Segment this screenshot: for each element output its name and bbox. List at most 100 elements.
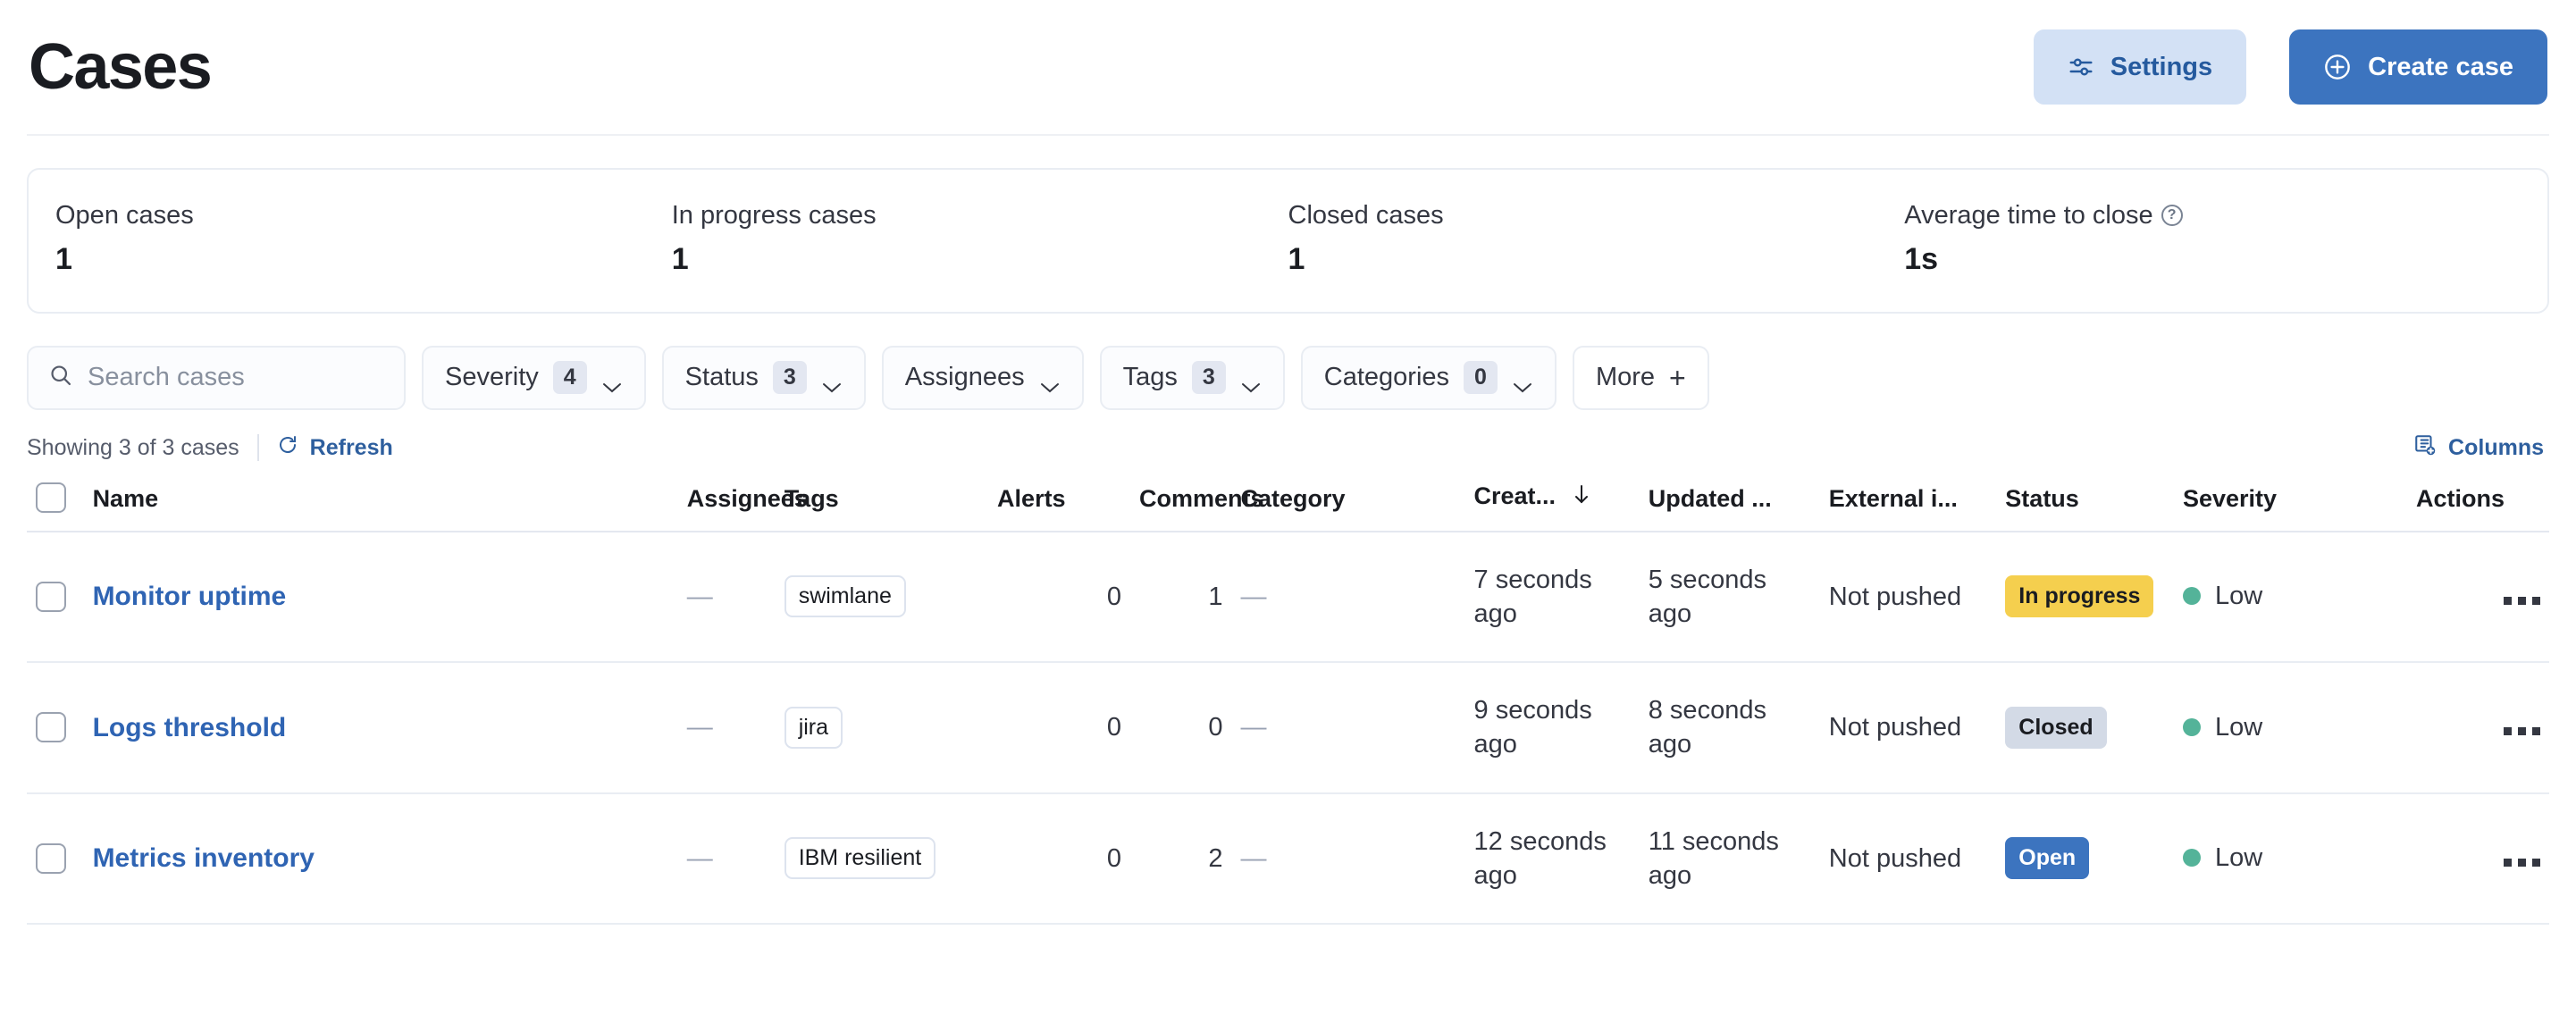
column-header-comments[interactable]: Comments: [1130, 482, 1264, 532]
tag-chip[interactable]: swimlane: [784, 575, 906, 618]
cell-assignees: —: [678, 532, 776, 663]
columns-button[interactable]: Columns: [2413, 433, 2544, 463]
search-input[interactable]: [88, 363, 384, 393]
help-circle-icon[interactable]: ?: [2161, 205, 2183, 227]
case-name-link[interactable]: Monitor uptime: [93, 582, 287, 611]
cell-category: —: [1231, 532, 1464, 663]
cell-name: Metrics inventory: [84, 793, 678, 925]
tag-chip[interactable]: jira: [784, 706, 843, 749]
filter-label: More: [1595, 363, 1656, 392]
cell-comments: 0: [1208, 713, 1223, 742]
severity-dot-icon: [2182, 849, 2201, 868]
column-header-created-label: Creat...: [1473, 482, 1557, 509]
showing-count: Showing 3 of 3 cases: [27, 434, 239, 460]
cell-alerts: 0: [1106, 713, 1121, 742]
table-meta-left: Showing 3 of 3 cases Refresh: [27, 434, 393, 462]
row-checkbox[interactable]: [36, 712, 66, 743]
category-value: —: [1240, 713, 1267, 742]
filter-label: Assignees: [904, 363, 1025, 392]
stat-average-time-to-close: Average time to close ? 1s: [1904, 200, 2521, 278]
case-name-link[interactable]: Metrics inventory: [93, 843, 315, 873]
cell-category: —: [1231, 662, 1464, 793]
column-header-alerts[interactable]: Alerts: [988, 482, 1130, 532]
severity-value: Low: [2182, 710, 2262, 744]
case-name-link[interactable]: Logs threshold: [93, 713, 287, 742]
row-checkbox[interactable]: [36, 581, 66, 612]
cell-alerts: 0: [1106, 582, 1121, 611]
stat-value: 1: [55, 241, 72, 276]
settings-button[interactable]: Settings: [2033, 29, 2247, 105]
select-all-checkbox[interactable]: [36, 482, 66, 513]
severity-label: Low: [2214, 582, 2263, 611]
cases-page: Cases Settings Create case Open cases 1 …: [0, 0, 2576, 1031]
stats-panel: Open cases 1 In progress cases 1 Closed …: [27, 168, 2549, 314]
create-case-button[interactable]: Create case: [2289, 29, 2547, 105]
column-header-updated[interactable]: Updated ...: [1640, 482, 1820, 532]
row-actions-menu-icon[interactable]: [2504, 596, 2540, 605]
column-header-severity[interactable]: Severity: [2174, 482, 2407, 532]
filter-severity[interactable]: Severity 4: [422, 345, 646, 410]
column-header-tags[interactable]: Tags: [776, 482, 988, 532]
column-header-assignees[interactable]: Assignees: [678, 482, 808, 532]
filter-categories[interactable]: Categories 0: [1300, 345, 1557, 410]
cell-severity: Low: [2174, 532, 2407, 663]
severity-dot-icon: [2182, 587, 2201, 606]
column-header-created[interactable]: Creat...: [1465, 482, 1640, 532]
filter-status[interactable]: Status 3: [661, 345, 866, 410]
cell-category: —: [1231, 793, 1464, 925]
column-header-status[interactable]: Status: [1996, 482, 2174, 532]
column-header-actions: Actions: [2416, 484, 2505, 512]
row-select-cell: [27, 532, 84, 663]
chevron-down-icon: [601, 372, 623, 392]
stat-value: 1s: [1904, 241, 1939, 276]
refresh-label: Refresh: [309, 434, 393, 460]
status-badge: In progress: [2005, 575, 2154, 618]
cell-updated: 11 seconds ago: [1648, 826, 1779, 890]
table-row[interactable]: Metrics inventory — IBM resilient 0 2 — …: [27, 793, 2549, 925]
select-all-header: [27, 482, 84, 532]
refresh-button[interactable]: Refresh: [277, 434, 393, 462]
row-select-cell: [27, 793, 84, 925]
meta-divider: [256, 434, 259, 462]
table-row[interactable]: Logs threshold — jira 0 0 — 9 seconds ag…: [27, 662, 2549, 793]
search-cases-box[interactable]: [27, 345, 406, 410]
row-actions-menu-icon[interactable]: [2504, 858, 2540, 867]
cell-actions: [2407, 662, 2549, 793]
filter-more[interactable]: More +: [1572, 345, 1709, 410]
row-checkbox[interactable]: [36, 842, 66, 874]
cell-external: Not pushed: [1828, 713, 1962, 742]
cell-name: Monitor uptime: [84, 532, 678, 663]
filter-count: 3: [772, 360, 807, 395]
tag-chip[interactable]: IBM resilient: [784, 837, 936, 880]
row-select-cell: [27, 662, 84, 793]
table-row[interactable]: Monitor uptime — swimlane 0 1 — 7 second…: [27, 532, 2549, 663]
row-actions-menu-icon[interactable]: [2504, 727, 2540, 736]
column-header-external[interactable]: External i...: [1820, 482, 1997, 532]
stat-label: In progress cases: [671, 201, 877, 230]
cell-created: 7 seconds ago: [1473, 565, 1592, 628]
filter-label: Severity: [445, 363, 539, 392]
settings-button-label: Settings: [2110, 52, 2213, 81]
chevron-down-icon: [1240, 372, 1262, 392]
filter-label: Tags: [1122, 363, 1178, 392]
cell-severity: Low: [2174, 793, 2407, 925]
cell-tags: swimlane: [776, 532, 988, 663]
cell-comments: 1: [1208, 582, 1223, 611]
column-header-name[interactable]: Name: [84, 482, 678, 532]
status-badge: Open: [2005, 837, 2090, 880]
cell-updated: 8 seconds ago: [1648, 696, 1766, 759]
filter-count: 4: [552, 360, 587, 395]
filter-count: 0: [1464, 360, 1498, 395]
page-title: Cases: [29, 31, 213, 103]
cell-severity: Low: [2174, 662, 2407, 793]
status-badge: Closed: [2005, 706, 2107, 749]
columns-icon: [2413, 433, 2437, 463]
cases-table: Name Assignees Tags Alerts Comments Cate…: [27, 482, 2549, 926]
cell-actions: [2407, 793, 2549, 925]
filter-assignees[interactable]: Assignees: [881, 345, 1084, 410]
filter-tags[interactable]: Tags 3: [1099, 345, 1285, 410]
cell-created: 12 seconds ago: [1473, 826, 1607, 890]
cell-name: Logs threshold: [84, 662, 678, 793]
column-header-category[interactable]: Category: [1231, 482, 1464, 532]
cell-tags: jira: [776, 662, 988, 793]
